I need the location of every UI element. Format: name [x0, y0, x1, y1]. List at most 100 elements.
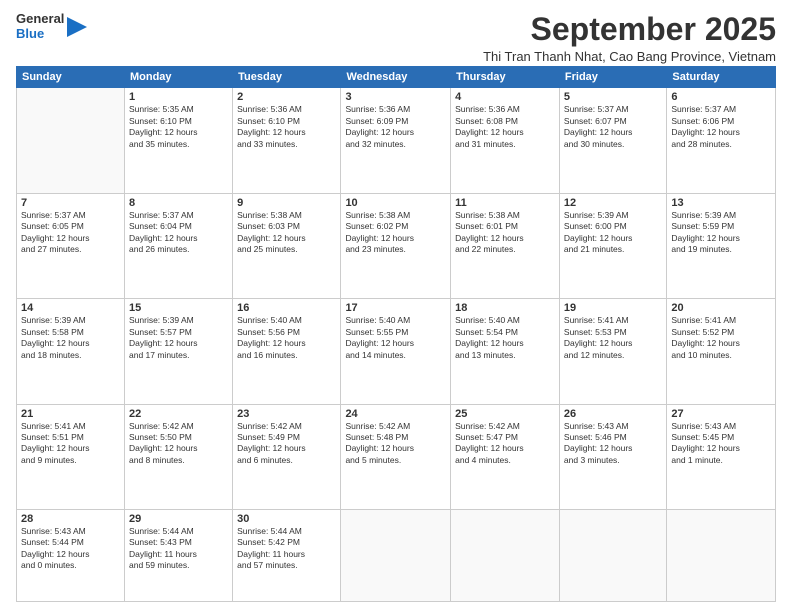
calendar-table: Sunday Monday Tuesday Wednesday Thursday…: [16, 66, 776, 602]
day-info: Sunrise: 5:38 AM Sunset: 6:01 PM Dayligh…: [455, 210, 555, 256]
day-info: Sunrise: 5:37 AM Sunset: 6:07 PM Dayligh…: [564, 104, 662, 150]
day-info: Sunrise: 5:36 AM Sunset: 6:08 PM Dayligh…: [455, 104, 555, 150]
col-sunday: Sunday: [17, 67, 125, 88]
day-number: 12: [564, 197, 662, 209]
table-row: 3Sunrise: 5:36 AM Sunset: 6:09 PM Daylig…: [341, 88, 451, 193]
day-info: Sunrise: 5:37 AM Sunset: 6:06 PM Dayligh…: [671, 104, 771, 150]
day-info: Sunrise: 5:39 AM Sunset: 6:00 PM Dayligh…: [564, 210, 662, 256]
table-row: [341, 510, 451, 602]
day-number: 16: [237, 302, 336, 314]
day-number: 8: [129, 197, 228, 209]
day-info: Sunrise: 5:39 AM Sunset: 5:59 PM Dayligh…: [671, 210, 771, 256]
table-row: 8Sunrise: 5:37 AM Sunset: 6:04 PM Daylig…: [124, 193, 232, 298]
table-row: [451, 510, 560, 602]
day-info: Sunrise: 5:43 AM Sunset: 5:46 PM Dayligh…: [564, 421, 662, 467]
table-row: 30Sunrise: 5:44 AM Sunset: 5:42 PM Dayli…: [233, 510, 341, 602]
logo: General Blue: [16, 12, 87, 42]
col-tuesday: Tuesday: [233, 67, 341, 88]
day-info: Sunrise: 5:43 AM Sunset: 5:44 PM Dayligh…: [21, 526, 120, 572]
day-number: 4: [455, 91, 555, 103]
calendar-week-row: 28Sunrise: 5:43 AM Sunset: 5:44 PM Dayli…: [17, 510, 776, 602]
table-row: 4Sunrise: 5:36 AM Sunset: 6:08 PM Daylig…: [451, 88, 560, 193]
calendar-header-row: Sunday Monday Tuesday Wednesday Thursday…: [17, 67, 776, 88]
day-info: Sunrise: 5:38 AM Sunset: 6:03 PM Dayligh…: [237, 210, 336, 256]
day-info: Sunrise: 5:42 AM Sunset: 5:48 PM Dayligh…: [345, 421, 446, 467]
table-row: 21Sunrise: 5:41 AM Sunset: 5:51 PM Dayli…: [17, 404, 125, 509]
day-number: 2: [237, 91, 336, 103]
day-number: 20: [671, 302, 771, 314]
table-row: 1Sunrise: 5:35 AM Sunset: 6:10 PM Daylig…: [124, 88, 232, 193]
day-number: 29: [129, 513, 228, 525]
day-info: Sunrise: 5:40 AM Sunset: 5:55 PM Dayligh…: [345, 315, 446, 361]
day-number: 11: [455, 197, 555, 209]
day-info: Sunrise: 5:36 AM Sunset: 6:10 PM Dayligh…: [237, 104, 336, 150]
col-wednesday: Wednesday: [341, 67, 451, 88]
day-number: 9: [237, 197, 336, 209]
day-info: Sunrise: 5:37 AM Sunset: 6:05 PM Dayligh…: [21, 210, 120, 256]
table-row: 25Sunrise: 5:42 AM Sunset: 5:47 PM Dayli…: [451, 404, 560, 509]
calendar-week-row: 1Sunrise: 5:35 AM Sunset: 6:10 PM Daylig…: [17, 88, 776, 193]
day-info: Sunrise: 5:39 AM Sunset: 5:57 PM Dayligh…: [129, 315, 228, 361]
day-info: Sunrise: 5:41 AM Sunset: 5:53 PM Dayligh…: [564, 315, 662, 361]
logo-chevron-icon: [67, 13, 87, 41]
day-number: 15: [129, 302, 228, 314]
calendar-week-row: 7Sunrise: 5:37 AM Sunset: 6:05 PM Daylig…: [17, 193, 776, 298]
table-row: 11Sunrise: 5:38 AM Sunset: 6:01 PM Dayli…: [451, 193, 560, 298]
day-number: 22: [129, 408, 228, 420]
calendar-week-row: 14Sunrise: 5:39 AM Sunset: 5:58 PM Dayli…: [17, 299, 776, 404]
table-row: 26Sunrise: 5:43 AM Sunset: 5:46 PM Dayli…: [559, 404, 666, 509]
day-number: 6: [671, 91, 771, 103]
day-info: Sunrise: 5:41 AM Sunset: 5:52 PM Dayligh…: [671, 315, 771, 361]
col-saturday: Saturday: [667, 67, 776, 88]
day-number: 7: [21, 197, 120, 209]
day-info: Sunrise: 5:41 AM Sunset: 5:51 PM Dayligh…: [21, 421, 120, 467]
table-row: 17Sunrise: 5:40 AM Sunset: 5:55 PM Dayli…: [341, 299, 451, 404]
table-row: 6Sunrise: 5:37 AM Sunset: 6:06 PM Daylig…: [667, 88, 776, 193]
table-row: 23Sunrise: 5:42 AM Sunset: 5:49 PM Dayli…: [233, 404, 341, 509]
table-row: 5Sunrise: 5:37 AM Sunset: 6:07 PM Daylig…: [559, 88, 666, 193]
col-monday: Monday: [124, 67, 232, 88]
day-info: Sunrise: 5:40 AM Sunset: 5:56 PM Dayligh…: [237, 315, 336, 361]
table-row: 2Sunrise: 5:36 AM Sunset: 6:10 PM Daylig…: [233, 88, 341, 193]
day-info: Sunrise: 5:35 AM Sunset: 6:10 PM Dayligh…: [129, 104, 228, 150]
table-row: 16Sunrise: 5:40 AM Sunset: 5:56 PM Dayli…: [233, 299, 341, 404]
day-number: 24: [345, 408, 446, 420]
day-info: Sunrise: 5:42 AM Sunset: 5:49 PM Dayligh…: [237, 421, 336, 467]
subtitle: Thi Tran Thanh Nhat, Cao Bang Province, …: [483, 49, 776, 64]
table-row: 9Sunrise: 5:38 AM Sunset: 6:03 PM Daylig…: [233, 193, 341, 298]
day-info: Sunrise: 5:44 AM Sunset: 5:43 PM Dayligh…: [129, 526, 228, 572]
day-number: 3: [345, 91, 446, 103]
day-info: Sunrise: 5:42 AM Sunset: 5:50 PM Dayligh…: [129, 421, 228, 467]
day-info: Sunrise: 5:37 AM Sunset: 6:04 PM Dayligh…: [129, 210, 228, 256]
day-info: Sunrise: 5:36 AM Sunset: 6:09 PM Dayligh…: [345, 104, 446, 150]
day-number: 13: [671, 197, 771, 209]
day-info: Sunrise: 5:43 AM Sunset: 5:45 PM Dayligh…: [671, 421, 771, 467]
header: General Blue September 2025 Thi Tran Tha…: [16, 12, 776, 64]
table-row: 19Sunrise: 5:41 AM Sunset: 5:53 PM Dayli…: [559, 299, 666, 404]
table-row: 27Sunrise: 5:43 AM Sunset: 5:45 PM Dayli…: [667, 404, 776, 509]
table-row: 22Sunrise: 5:42 AM Sunset: 5:50 PM Dayli…: [124, 404, 232, 509]
day-number: 28: [21, 513, 120, 525]
day-number: 18: [455, 302, 555, 314]
col-thursday: Thursday: [451, 67, 560, 88]
table-row: [559, 510, 666, 602]
day-number: 25: [455, 408, 555, 420]
table-row: 18Sunrise: 5:40 AM Sunset: 5:54 PM Dayli…: [451, 299, 560, 404]
day-number: 14: [21, 302, 120, 314]
table-row: 29Sunrise: 5:44 AM Sunset: 5:43 PM Dayli…: [124, 510, 232, 602]
calendar-week-row: 21Sunrise: 5:41 AM Sunset: 5:51 PM Dayli…: [17, 404, 776, 509]
day-info: Sunrise: 5:44 AM Sunset: 5:42 PM Dayligh…: [237, 526, 336, 572]
day-number: 21: [21, 408, 120, 420]
day-info: Sunrise: 5:42 AM Sunset: 5:47 PM Dayligh…: [455, 421, 555, 467]
title-area: September 2025 Thi Tran Thanh Nhat, Cao …: [483, 12, 776, 64]
table-row: 20Sunrise: 5:41 AM Sunset: 5:52 PM Dayli…: [667, 299, 776, 404]
day-number: 10: [345, 197, 446, 209]
day-number: 23: [237, 408, 336, 420]
table-row: 12Sunrise: 5:39 AM Sunset: 6:00 PM Dayli…: [559, 193, 666, 298]
table-row: [17, 88, 125, 193]
day-number: 17: [345, 302, 446, 314]
day-number: 5: [564, 91, 662, 103]
day-number: 27: [671, 408, 771, 420]
day-number: 30: [237, 513, 336, 525]
table-row: 10Sunrise: 5:38 AM Sunset: 6:02 PM Dayli…: [341, 193, 451, 298]
